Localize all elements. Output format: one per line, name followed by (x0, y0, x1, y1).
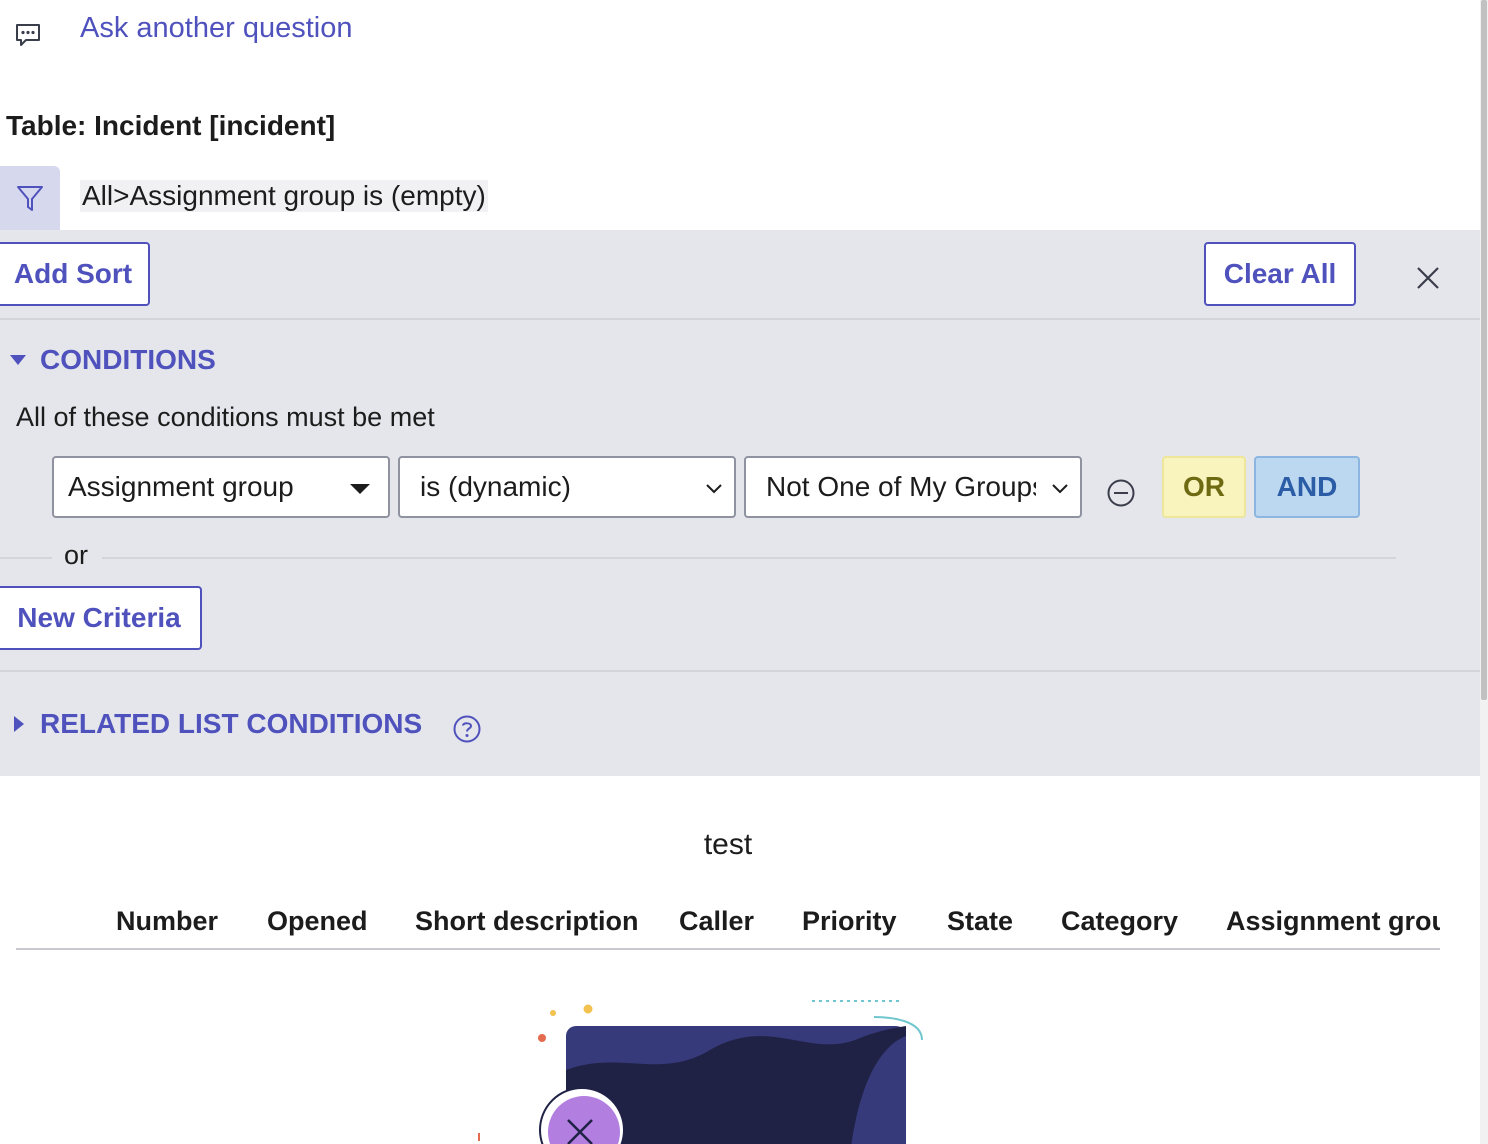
filter-breadcrumb[interactable]: All>Assignment group is (empty) (80, 180, 488, 212)
column-header-category[interactable]: Category (1061, 906, 1178, 937)
related-list-conditions-heading: RELATED LIST CONDITIONS (40, 708, 423, 739)
column-header-priority[interactable]: Priority (802, 906, 897, 937)
column-header-state[interactable]: State (947, 906, 1013, 937)
caret-right-icon (14, 716, 24, 732)
close-icon[interactable] (1408, 258, 1448, 298)
divider (0, 318, 1480, 320)
help-circle-icon[interactable] (452, 714, 482, 744)
conditions-section-toggle[interactable]: CONDITIONS (10, 344, 216, 376)
filter-icon (17, 186, 43, 211)
divider (0, 557, 52, 559)
column-header-short-description[interactable]: Short description (415, 906, 639, 937)
condition-field-value: Assignment group (68, 471, 294, 502)
condition-builder-panel: Add Sort Clear All CONDITIONS All of the… (0, 230, 1480, 776)
or-separator: or (64, 540, 89, 570)
new-criteria-button[interactable]: New Criteria (0, 586, 202, 650)
empty-state-illustration (478, 1000, 923, 1144)
condition-operator-select[interactable]: is (dynamic) (398, 456, 736, 518)
conditions-subtitle: All of these conditions must be met (16, 402, 435, 432)
ask-row: Ask another question (0, 0, 1480, 64)
chevron-down-icon (1052, 484, 1068, 494)
or-condition-button[interactable]: OR (1162, 456, 1246, 518)
caret-down-icon (350, 484, 370, 494)
related-list-conditions-toggle[interactable]: RELATED LIST CONDITIONS (14, 708, 422, 740)
table-label: Table: Incident [incident] (6, 110, 336, 141)
column-header-assignment-group[interactable]: Assignment group (1226, 906, 1440, 937)
scrollbar-thumb[interactable] (1481, 0, 1487, 700)
column-header-number[interactable]: Number (116, 906, 218, 937)
conditions-heading: CONDITIONS (40, 344, 216, 375)
and-condition-button[interactable]: AND (1254, 456, 1360, 518)
condition-field-select[interactable]: Assignment group (52, 456, 390, 518)
caret-down-icon (10, 355, 26, 365)
divider (0, 670, 1480, 672)
list-title: test (703, 828, 753, 861)
filter-toggle-button[interactable] (0, 166, 60, 230)
chevron-down-icon (706, 484, 722, 494)
condition-value-select[interactable]: Not One of My Groups (744, 456, 1082, 518)
condition-value-value: Not One of My Groups (766, 471, 1036, 502)
divider (102, 557, 1396, 559)
condition-operator-value: is (dynamic) (420, 471, 571, 502)
ask-another-question-link[interactable]: Ask another question (80, 12, 352, 45)
column-header-opened[interactable]: Opened (267, 906, 368, 937)
add-sort-button[interactable]: Add Sort (0, 242, 150, 306)
column-header-caller[interactable]: Caller (679, 906, 754, 937)
list-column-headers: Number Opened Short description Caller P… (16, 896, 1440, 950)
clear-all-button[interactable]: Clear All (1204, 242, 1356, 306)
remove-condition-icon[interactable] (1106, 478, 1136, 508)
chat-bubble-icon[interactable] (14, 22, 42, 48)
